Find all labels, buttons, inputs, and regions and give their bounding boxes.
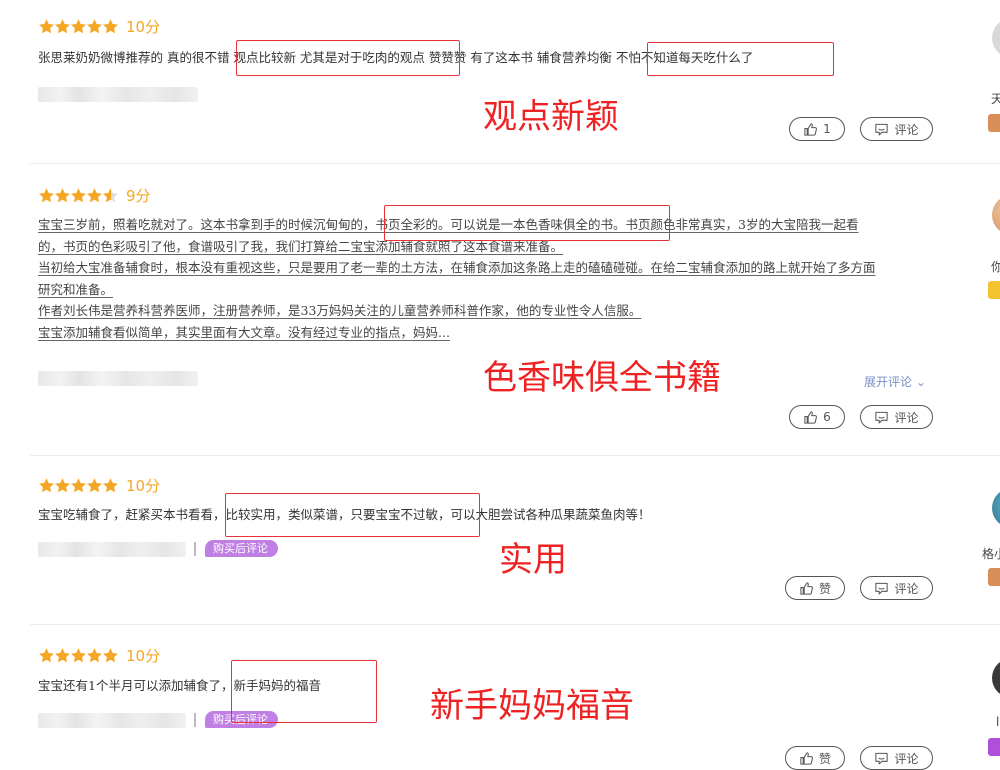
star-icon: [38, 18, 55, 35]
star-rating: 9分: [38, 186, 151, 205]
avatar[interactable]: [992, 195, 1000, 235]
comment-label: 评论: [894, 122, 919, 137]
reviewer-info-blurred: [38, 713, 186, 728]
review-score: 10分: [126, 476, 161, 495]
divider: [30, 455, 1000, 456]
avatar[interactable]: [992, 18, 1000, 58]
star-icon: [86, 647, 103, 664]
annotation-label: 实用: [499, 540, 567, 580]
star-icon: [70, 187, 87, 204]
highlight-box: [225, 493, 480, 537]
star-icon: [54, 647, 71, 664]
review-line: 研究和准备。: [38, 281, 114, 297]
star-icon: [38, 187, 55, 204]
star-icon: [102, 477, 119, 494]
star-icon: [86, 187, 103, 204]
comment-icon: [874, 410, 889, 425]
review-score: 10分: [126, 646, 161, 665]
star-icon: [102, 18, 119, 35]
purchase-badge: 购买后评论: [205, 540, 278, 557]
annotation-label: 新手妈妈福音: [430, 686, 634, 726]
like-button[interactable]: 赞: [785, 746, 845, 770]
highlight-box: [647, 42, 834, 76]
comment-icon: [874, 581, 889, 596]
like-button[interactable]: 赞: [785, 576, 845, 600]
avatar[interactable]: [992, 658, 1000, 698]
star-icon: [86, 477, 103, 494]
divider: [194, 713, 196, 727]
reviewer-info-blurred: [38, 542, 186, 557]
comment-icon: [874, 751, 889, 766]
like-label: 赞: [818, 581, 831, 596]
thumbs-up-icon: [799, 581, 814, 596]
like-button[interactable]: 1: [789, 117, 845, 141]
divider: [30, 163, 1000, 164]
review-score: 10分: [126, 17, 161, 36]
level-badge: [988, 281, 1000, 299]
comment-label: 评论: [894, 751, 919, 766]
highlight-box: [231, 660, 377, 723]
star-icon: [38, 647, 55, 664]
comment-button[interactable]: 评论: [860, 746, 933, 770]
star-icon: [70, 477, 87, 494]
thumbs-up-icon: [803, 122, 818, 137]
comment-label: 评论: [894, 410, 919, 425]
level-badge: [988, 568, 1000, 586]
review-line: 当初给大宝准备辅食时，根本没有重视这些，只是要用了老一辈的土方法，在辅食添加这条…: [38, 260, 876, 276]
star-icon: [102, 187, 119, 204]
like-label: 赞: [818, 751, 831, 766]
highlight-box: [384, 205, 670, 241]
thumbs-up-icon: [799, 751, 814, 766]
review-score: 9分: [126, 186, 151, 205]
side-username: 格小: [982, 547, 1000, 561]
highlight-box: [236, 40, 460, 76]
comment-button[interactable]: 评论: [860, 576, 933, 600]
level-badge: [988, 738, 1000, 756]
star-icon: [38, 477, 55, 494]
like-button[interactable]: 6: [789, 405, 845, 429]
star-icon: [86, 18, 103, 35]
side-username: l: [996, 715, 1000, 729]
annotation-label: 观点新颖: [483, 97, 619, 137]
reviewer-info-blurred: [38, 371, 198, 386]
comment-button[interactable]: 评论: [860, 405, 933, 429]
star-icon: [54, 18, 71, 35]
star-icon: [54, 477, 71, 494]
star-rating: 10分: [38, 646, 161, 665]
like-count: 1: [823, 122, 831, 136]
divider: [194, 542, 196, 556]
avatar[interactable]: [992, 488, 1000, 528]
level-badge: [988, 114, 1000, 132]
side-username: 天: [991, 92, 1000, 106]
side-username: 你: [991, 260, 1000, 274]
star-rating: 10分: [38, 17, 161, 36]
star-icon: [54, 187, 71, 204]
thumbs-up-icon: [803, 410, 818, 425]
annotation-label: 色香味俱全书籍: [483, 358, 721, 398]
review-line: 作者刘长伟是营养科营养医师，注册营养师，是33万妈妈关注的儿童营养师科普作家，他…: [38, 303, 642, 319]
comment-button[interactable]: 评论: [860, 117, 933, 141]
star-icon: [70, 18, 87, 35]
comment-label: 评论: [894, 581, 919, 596]
star-rating: 10分: [38, 476, 161, 495]
divider: [30, 624, 1000, 625]
star-icon: [70, 647, 87, 664]
expand-review-link[interactable]: 展开评论 ⌄: [864, 373, 926, 390]
review-line: 宝宝添加辅食看似简单，其实里面有大文章。没有经过专业的指点，妈妈...: [38, 324, 450, 340]
like-count: 6: [823, 410, 831, 424]
star-icon: [102, 647, 119, 664]
comment-icon: [874, 122, 889, 137]
reviewer-info-blurred: [38, 87, 198, 102]
